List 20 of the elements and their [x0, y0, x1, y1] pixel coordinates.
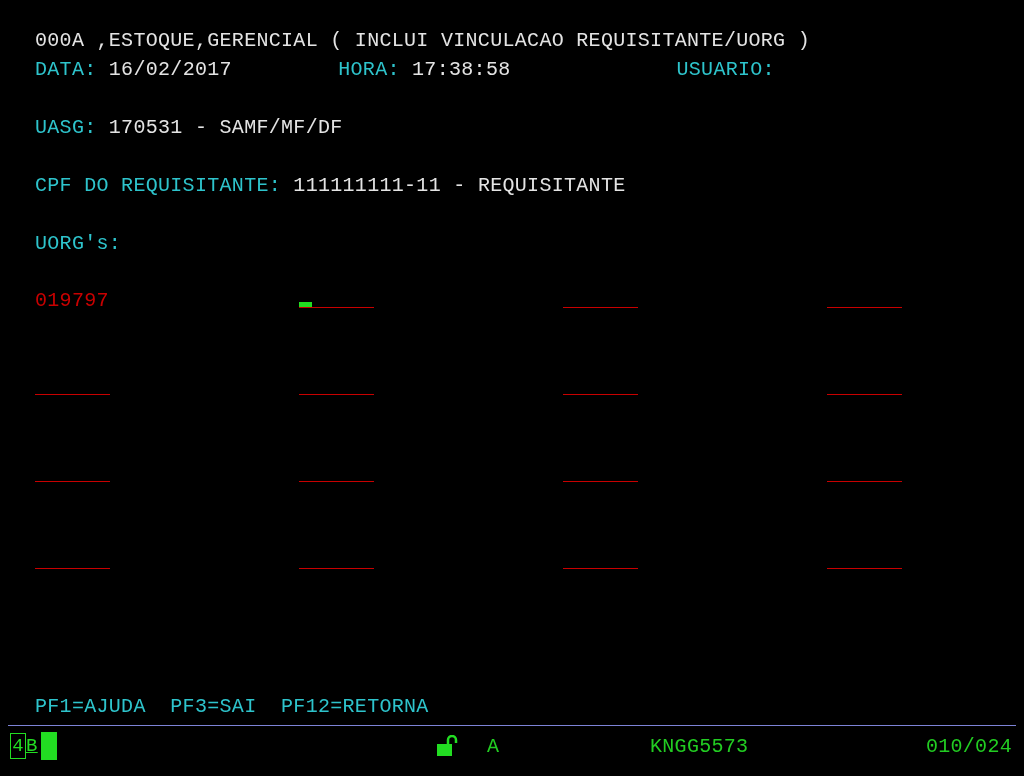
status-indicator: A	[487, 734, 500, 758]
session-number: 4	[10, 733, 26, 759]
cursor-position: 010/024	[925, 734, 1012, 758]
field-label: HORA:	[338, 57, 400, 83]
cursor-block-icon	[41, 732, 57, 760]
field-label: UASG:	[35, 115, 97, 141]
field-value: 17:38:58	[411, 57, 511, 83]
field-label: CPF DO REQUISITANTE:	[35, 173, 282, 199]
field-value: 16/02/2017	[107, 57, 232, 83]
section-label: UORG's:	[35, 231, 122, 257]
terminal-id: KNGG5573	[650, 734, 749, 758]
field-value: 111111111-11 - REQUISITANTE	[292, 173, 626, 199]
function-keys-hint: PF1=AJUDA PF3=SAI PF12=RETORNA	[35, 694, 429, 720]
session-mode: B	[26, 735, 38, 757]
input-field[interactable]: 019797	[35, 286, 109, 317]
field-label: USUARIO:	[676, 57, 775, 83]
unlocked-padlock-icon	[436, 735, 460, 757]
field-value: 170531 - SAMF/MF/DF	[107, 115, 343, 141]
field-label: DATA:	[35, 57, 97, 83]
screen-title: 000A ,ESTOQUE,GERENCIAL ( INCLUI VINCULACAO REQUISITANTE/UORG )	[35, 28, 811, 54]
